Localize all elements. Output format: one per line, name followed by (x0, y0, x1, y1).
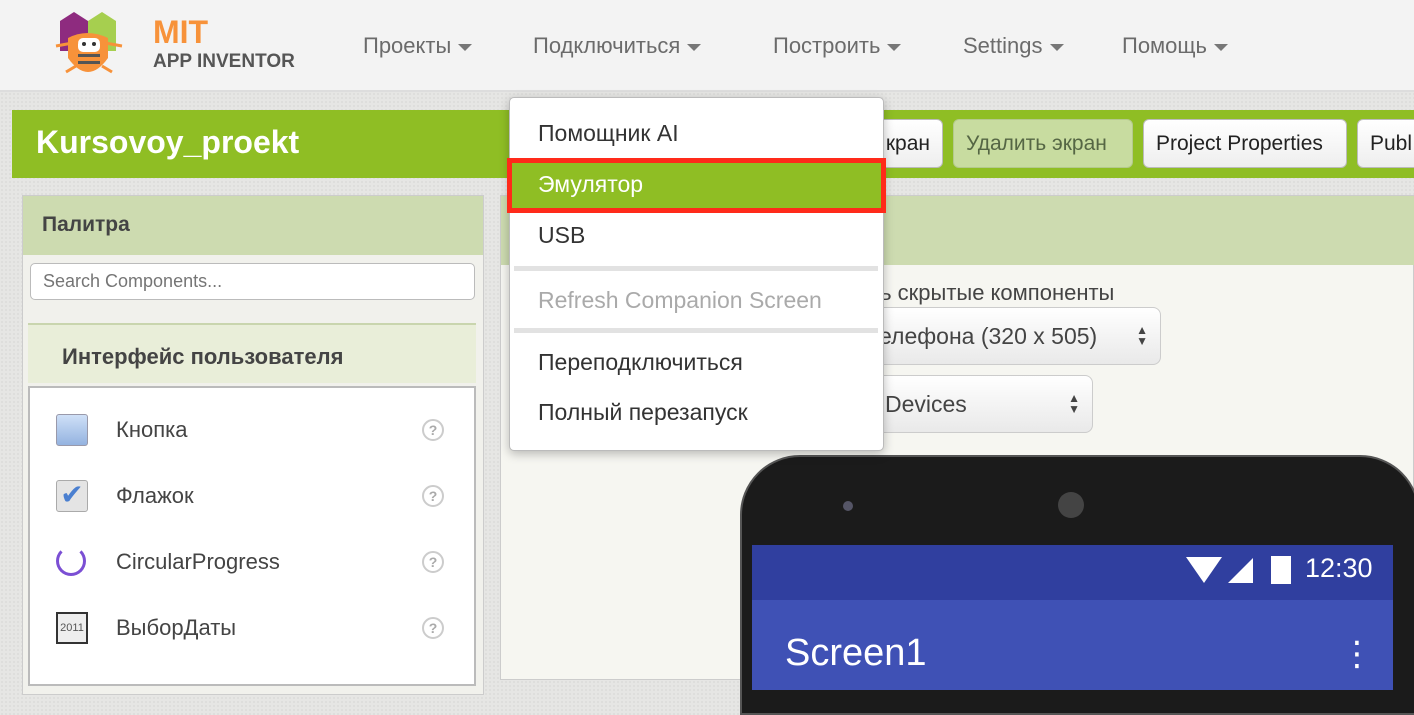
caret-down-icon (687, 43, 702, 51)
logo-title: MIT (153, 14, 209, 50)
menu-label: Построить (773, 33, 881, 58)
menu-item-ai-companion[interactable]: Помощник AI (538, 120, 679, 147)
category-user-interface[interactable]: Интерфейс пользователя (28, 323, 476, 383)
caret-down-icon (458, 43, 473, 51)
publish-button[interactable]: Publ (1357, 119, 1414, 168)
app-inventor-logo-icon[interactable] (52, 6, 152, 84)
menu-item-refresh-companion: Refresh Companion Screen (538, 287, 822, 313)
component-list: Кнопка ? ✔ Флажок ? CircularProgress ? 2… (28, 386, 476, 686)
select-arrows-icon: ▲ ▼ (1068, 391, 1080, 416)
project-title: Kursovoy_proekt (36, 124, 300, 160)
date-picker-icon: 2011 (56, 612, 88, 644)
list-item[interactable]: CircularProgress ? (30, 540, 474, 590)
phone-clock: 12:30 (1305, 553, 1373, 583)
menu-projects[interactable]: Проекты (363, 33, 473, 59)
palette-title: Палитра (23, 196, 483, 255)
menu-item-emulator[interactable]: Эмулятор (538, 171, 643, 198)
project-properties-button[interactable]: Project Properties (1143, 119, 1347, 168)
help-icon[interactable]: ? (422, 617, 444, 639)
menu-build[interactable]: Построить (773, 33, 902, 59)
circular-progress-icon (56, 546, 86, 576)
phone-status-bar (752, 545, 1393, 601)
help-icon[interactable]: ? (422, 551, 444, 573)
overflow-menu-icon[interactable]: ⋮ (1340, 634, 1374, 674)
menu-settings[interactable]: Settings (963, 33, 1064, 59)
menu-label: Подключиться (533, 33, 681, 58)
menu-label: Проекты (363, 33, 452, 58)
search-components-input[interactable] (30, 263, 475, 300)
battery-icon (1271, 556, 1291, 584)
item-label: ВыборДаты (116, 615, 237, 640)
delete-screen-button[interactable]: Удалить экран (953, 119, 1133, 168)
signal-icon (1228, 558, 1253, 583)
speaker-icon (1058, 492, 1084, 518)
checkbox-icon: ✔ (56, 480, 88, 512)
item-label: Кнопка (116, 417, 188, 442)
caret-down-icon (1213, 43, 1228, 51)
list-item[interactable]: Кнопка ? (30, 408, 474, 458)
menu-item-hard-reset[interactable]: Полный перезапуск (538, 399, 748, 426)
help-icon[interactable]: ? (422, 485, 444, 507)
menu-label: Помощь (1122, 33, 1207, 58)
item-label: CircularProgress (116, 549, 280, 574)
caret-down-icon (887, 43, 902, 51)
list-item[interactable]: ✔ Флажок ? (30, 474, 474, 524)
caret-down-icon (1049, 43, 1064, 51)
list-item[interactable]: 2011 ВыборДаты ? (30, 606, 474, 656)
menu-separator (514, 328, 878, 333)
select-value: Devices (885, 391, 967, 417)
top-bar: MIT APP INVENTOR Проекты Подключиться По… (0, 0, 1414, 92)
screen-title: Screen1 (785, 632, 927, 674)
menu-item-usb[interactable]: USB (538, 222, 585, 249)
menu-item-reconnect[interactable]: Переподключиться (538, 349, 743, 376)
select-arrows-icon: ▲ ▼ (1136, 323, 1148, 348)
menu-connect[interactable]: Подключиться (533, 33, 702, 59)
button-icon (56, 414, 88, 446)
camera-icon (843, 501, 853, 511)
item-label: Флажок (116, 483, 194, 508)
logo-subtitle: APP INVENTOR (153, 51, 295, 72)
menu-label: Settings (963, 33, 1043, 58)
menu-help[interactable]: Помощь (1122, 33, 1228, 59)
help-icon[interactable]: ? (422, 419, 444, 441)
select-value: елефона (320 x 505) (879, 323, 1098, 349)
show-hidden-components-checkbox[interactable]: ть скрытые компоненты (870, 280, 1114, 306)
wifi-icon (1186, 557, 1222, 583)
menu-separator (514, 266, 878, 271)
connect-dropdown-menu (509, 97, 884, 451)
